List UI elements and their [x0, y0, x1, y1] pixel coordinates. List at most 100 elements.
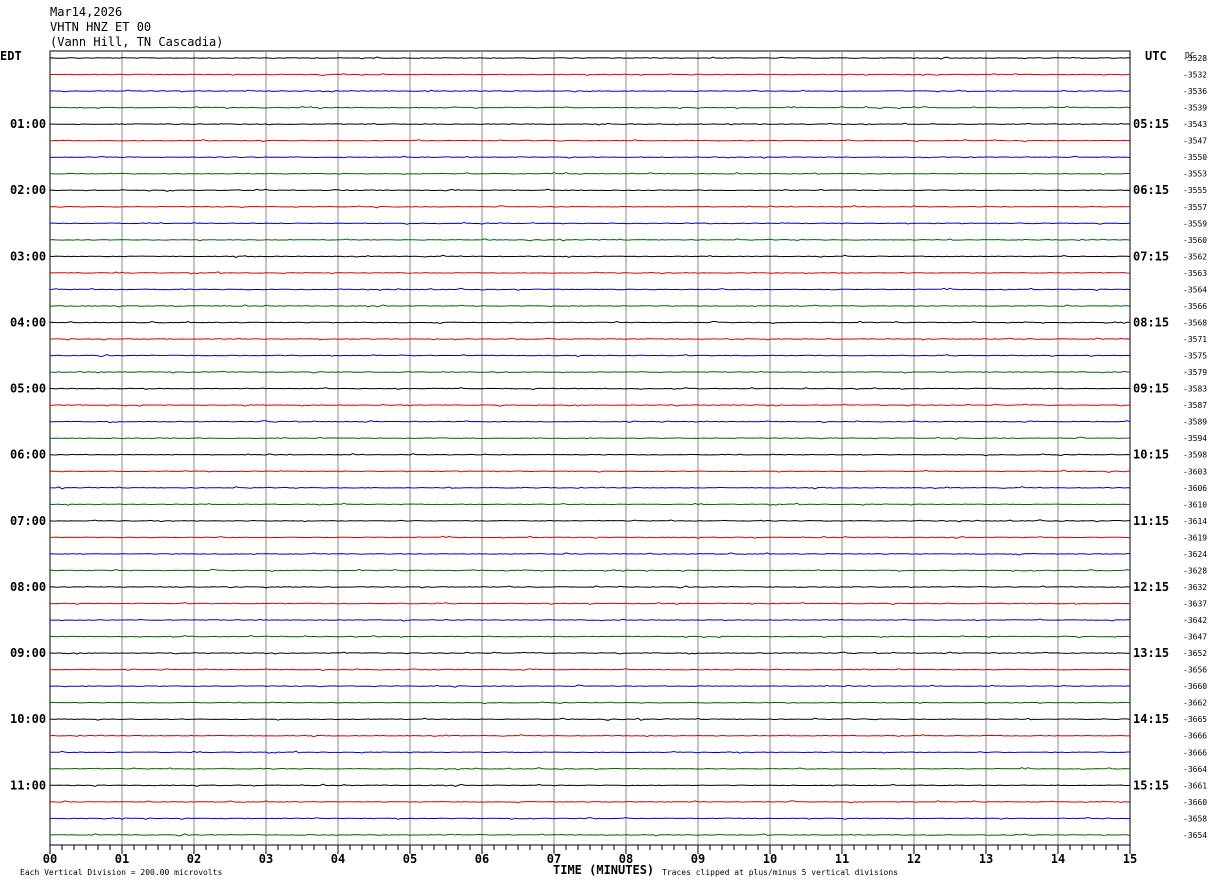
trace-line — [49, 734, 1131, 738]
x-tick-label: 04 — [331, 852, 345, 866]
trace-line — [50, 783, 1131, 787]
edt-hour-label: 07:00 — [10, 514, 46, 528]
dc-offset-label: -3543 — [1183, 120, 1207, 129]
dc-offset-label: -3547 — [1183, 137, 1207, 146]
trace-line — [49, 502, 1130, 506]
dc-offset-label: -3563 — [1183, 269, 1207, 278]
trace-line — [49, 287, 1131, 292]
trace-line — [49, 205, 1131, 209]
trace-line — [49, 767, 1131, 771]
dc-offset-label: -3642 — [1183, 616, 1207, 625]
dc-offset-label: -3589 — [1183, 418, 1207, 427]
dc-offset-label: -3666 — [1183, 748, 1207, 757]
utc-hour-label: 09:15 — [1133, 382, 1169, 396]
edt-label: EDT — [0, 49, 22, 63]
x-tick-label: 00 — [43, 852, 57, 866]
trace-line — [49, 601, 1131, 606]
dc-offset-label: -3665 — [1183, 715, 1207, 724]
dc-offset-label: -3594 — [1183, 434, 1207, 443]
x-tick-label: 10 — [763, 852, 777, 866]
trace-line — [49, 73, 1131, 77]
dc-offset-label: -3539 — [1183, 104, 1207, 113]
utc-hour-label: 06:15 — [1133, 183, 1169, 197]
x-tick-label: 01 — [115, 852, 129, 866]
dc-offset-label: -3568 — [1183, 318, 1207, 327]
helicorder-plot: 00 01 02 03 04 05 06 07 08 09 10 11 12 13 14 15-3528-35… — [0, 49, 1207, 877]
trace-line — [49, 568, 1131, 572]
dc-offset-label: -3571 — [1183, 335, 1207, 344]
dc-offset-label: -3560 — [1183, 236, 1207, 245]
x-tick-label: 13 — [979, 852, 993, 866]
trace-line — [49, 370, 1131, 374]
dc-offset-label: -3632 — [1183, 583, 1207, 592]
trace-line — [49, 552, 1130, 556]
trace-line — [50, 651, 1130, 655]
clip-note: Traces clipped at plus/minus 5 vertical … — [662, 868, 898, 877]
trace-line — [49, 320, 1130, 325]
trace-line — [49, 469, 1131, 473]
scale-note: Each Vertical Division = 200.00 microvol… — [20, 868, 222, 877]
trace-line — [49, 453, 1131, 457]
x-tick-label: 15 — [1123, 852, 1137, 866]
dc-offset-label: -3647 — [1183, 633, 1207, 642]
trace-line — [49, 172, 1130, 176]
dc-offset-label: -3656 — [1183, 666, 1207, 675]
trace-line — [49, 618, 1130, 622]
trace-line — [49, 750, 1130, 754]
dc-offset-label: -3637 — [1183, 599, 1207, 608]
dc-offset-label: -3536 — [1183, 87, 1207, 96]
trace-line — [49, 238, 1131, 242]
dc-offset-label: -3606 — [1183, 484, 1207, 493]
edt-hour-label: 01:00 — [10, 117, 46, 131]
edt-hour-label: 10:00 — [10, 712, 46, 726]
dc-offset-label: -3614 — [1183, 517, 1207, 526]
trace-line — [49, 667, 1130, 672]
trace-line — [49, 519, 1131, 523]
trace-line — [49, 535, 1131, 539]
utc-hour-label: 08:15 — [1133, 315, 1169, 329]
trace-line — [49, 188, 1131, 192]
edt-hour-label: 08:00 — [10, 580, 46, 594]
edt-hour-label: 09:00 — [10, 646, 46, 660]
dc-offset-label: -3664 — [1183, 765, 1207, 774]
dc-offset-label: -3564 — [1183, 285, 1207, 294]
edt-hour-label: 05:00 — [10, 382, 46, 396]
edt-hour-label: 06:00 — [10, 448, 46, 462]
utc-label: UTC — [1145, 49, 1167, 63]
trace-line — [50, 337, 1131, 341]
trace-line — [49, 684, 1131, 688]
labels: 00 01 02 03 04 05 06 07 08 09 10 11 12 13 14 15-3528-35… — [10, 54, 1207, 866]
x-tick-label: 05 — [403, 852, 417, 866]
x-tick-label: 09 — [691, 852, 705, 866]
trace-line — [50, 271, 1131, 275]
x-tick-label: 02 — [187, 852, 201, 866]
trace-line — [49, 304, 1131, 308]
x-tick-label: 14 — [1051, 852, 1065, 866]
dc-offset-label: -3562 — [1183, 252, 1207, 261]
trace-line — [50, 833, 1131, 837]
trace-line — [49, 701, 1131, 705]
utc-hour-label: 11:15 — [1133, 514, 1169, 528]
dc-offset-label: -3662 — [1183, 699, 1207, 708]
x-tick-label: 03 — [259, 852, 273, 866]
dc-offset-label: -3557 — [1183, 203, 1207, 212]
dc-offset-label: -3661 — [1183, 781, 1207, 790]
trace-line — [50, 816, 1130, 820]
x-tick-label: 11 — [835, 852, 849, 866]
x-tick-label: 12 — [907, 852, 921, 866]
edt-hour-label: 11:00 — [10, 778, 46, 792]
edt-hour-label: 03:00 — [10, 249, 46, 263]
dc-offset-label: -3553 — [1183, 170, 1207, 179]
dc-offset-label: -3587 — [1183, 401, 1207, 410]
trace-line — [49, 221, 1131, 225]
traces — [49, 56, 1131, 837]
grid — [49, 50, 1131, 854]
dc-header: DC — [1185, 51, 1195, 60]
dc-offset-label: -3619 — [1183, 533, 1207, 542]
dc-offset-label: -3555 — [1183, 186, 1207, 195]
trace-line — [49, 353, 1131, 358]
x-tick-label: 06 — [475, 852, 489, 866]
dc-offset-label: -3666 — [1183, 732, 1207, 741]
dc-offset-label: -3566 — [1183, 302, 1207, 311]
trace-line — [50, 717, 1131, 721]
